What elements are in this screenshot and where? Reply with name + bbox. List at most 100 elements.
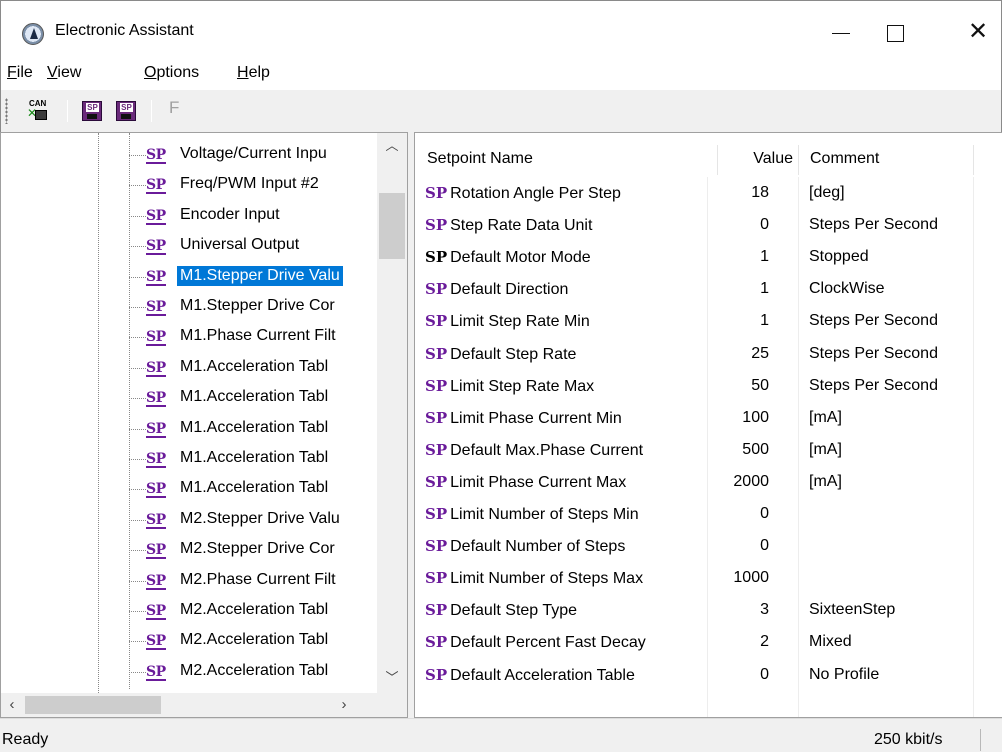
status-separator (980, 729, 981, 751)
tree-connector (129, 428, 146, 430)
sp-icon: SP (425, 505, 448, 523)
tree-item-label: M1.Acceleration Tabl (180, 449, 329, 466)
sp-read-button[interactable]: SP (81, 100, 103, 122)
sp-icon: SP (425, 537, 448, 556)
setpoint-comment: ClockWise (809, 280, 885, 298)
setpoint-list[interactable]: Setpoint Name Value Comment SP Rotation A… (414, 132, 1002, 718)
setpoint-value[interactable]: 0 (707, 209, 769, 241)
minimize-button[interactable] (818, 11, 864, 53)
table-row[interactable]: SP Limit Step Rate Min 1 Steps Per Second (415, 305, 1002, 337)
sp-icon: SP (146, 481, 166, 499)
setpoint-tree[interactable]: SP Voltage/Current Inpu SP Freq/PWM Input #… (0, 132, 408, 718)
tree-vertical-scrollbar[interactable]: ︿ ﹀ (377, 133, 407, 693)
setpoint-value[interactable]: 1000 (707, 562, 769, 594)
column-header-comment[interactable]: Comment (798, 141, 978, 177)
tree-connector (129, 155, 146, 156)
tree-item-label: M2.Stepper Drive Cor (180, 540, 335, 558)
table-row[interactable]: SP Default Step Rate 25 Steps Per Second (415, 338, 1002, 370)
setpoint-comment (809, 498, 979, 530)
sp-icon: SP (146, 207, 166, 225)
table-row[interactable]: SP Default Number of Steps 0 (415, 530, 1002, 562)
setpoint-name: Limit Phase Current Max (450, 473, 627, 491)
maximize-button[interactable] (872, 11, 918, 53)
sp-icon: SP (425, 376, 448, 395)
tree-connector (129, 276, 146, 278)
setpoint-value[interactable]: 18 (707, 177, 769, 209)
column-header-name[interactable]: Setpoint Name (415, 141, 707, 177)
setpoint-value[interactable]: 0 (707, 530, 769, 562)
tree-connector (129, 398, 146, 400)
tree-line (98, 133, 99, 693)
scroll-thumb[interactable] (25, 696, 161, 714)
setpoint-value[interactable]: 500 (707, 434, 769, 466)
setpoint-value[interactable]: 1 (707, 273, 769, 305)
setpoint-value[interactable]: 2000 (707, 466, 769, 498)
close-button[interactable]: ✕ (955, 11, 1001, 53)
sp-icon: SP (146, 511, 166, 529)
setpoint-value[interactable]: 25 (707, 338, 769, 370)
table-row[interactable]: SP Rotation Angle Per Step 18 [deg] (415, 177, 1002, 209)
table-row[interactable]: SP Default Direction 1 ClockWise (415, 273, 1002, 305)
table-row[interactable]: SP Limit Number of Steps Max 1000 (415, 562, 1002, 594)
sp-icon: SP (425, 440, 448, 459)
f-button[interactable]: F (169, 98, 191, 120)
scroll-up-icon[interactable]: ︿ (377, 135, 407, 157)
sp-icon: SP (425, 472, 448, 491)
setpoint-name-cell: SP Limit Step Rate Min (425, 305, 707, 337)
sp-write-button[interactable]: SP (115, 100, 137, 122)
table-row[interactable]: SP Default Max.Phase Current 500 [mA] (415, 434, 1002, 466)
scroll-corner (377, 693, 407, 717)
sp-read-icon-bar (87, 114, 97, 119)
table-row[interactable]: SP Limit Phase Current Min 100 [mA] (415, 402, 1002, 434)
table-row[interactable]: SP Limit Number of Steps Min 0 (415, 498, 1002, 530)
scroll-left-icon[interactable]: ‹ (1, 693, 23, 717)
tree-item-label: M1.Acceleration Tabl (180, 357, 329, 375)
table-row[interactable]: SP Limit Step Rate Max 50 Steps Per Second (415, 370, 1002, 402)
tree-connector (129, 489, 146, 491)
menu-help[interactable]: Help (237, 64, 270, 82)
setpoint-value[interactable]: 1 (707, 305, 769, 337)
tree-horizontal-scrollbar[interactable]: ‹ › (1, 693, 377, 717)
table-row[interactable]: SP Default Percent Fast Decay 2 Mixed (415, 626, 1002, 658)
menu-options[interactable]: Options (144, 64, 199, 82)
menu-view-label: View (47, 64, 82, 81)
setpoint-value[interactable]: 1 (707, 241, 769, 273)
setpoint-comment: [mA] (809, 472, 842, 490)
scroll-thumb[interactable] (379, 193, 405, 259)
setpoint-name-cell: SP Default Motor Mode (425, 241, 707, 273)
setpoint-value[interactable]: 0 (707, 659, 769, 691)
tree-connector (129, 459, 146, 460)
can-connect-button[interactable]: CAN ✕ (27, 100, 49, 122)
menu-file[interactable]: File (7, 64, 33, 82)
scroll-right-icon[interactable]: › (333, 693, 355, 717)
toolbar-grip[interactable] (5, 98, 8, 124)
column-header-value[interactable]: Value (717, 141, 799, 177)
menu-view[interactable]: View (47, 64, 81, 82)
setpoint-value[interactable]: 100 (707, 402, 769, 434)
column-separator (973, 145, 974, 175)
sp-icon: SP (146, 390, 166, 408)
sp-icon: SP (425, 216, 448, 235)
can-box-icon (35, 110, 47, 120)
table-row[interactable]: SP Default Step Type 3 SixteenStep (415, 594, 1002, 626)
tree-item-label: M1.Stepper Drive Valu (177, 265, 343, 286)
scroll-down-icon[interactable]: ﹀ (377, 667, 407, 689)
sp-icon: SP (146, 299, 166, 316)
sp-icon: SP (146, 420, 166, 438)
menu-options-label: Options (144, 64, 200, 81)
setpoint-value[interactable]: 50 (707, 370, 769, 402)
setpoint-value[interactable]: 0 (707, 498, 769, 530)
table-row[interactable]: SP Limit Phase Current Max 2000 [mA] (415, 466, 1002, 498)
setpoint-value[interactable]: 3 (707, 594, 769, 626)
setpoint-value[interactable]: 2 (707, 626, 769, 658)
tree-item-label: M2.Acceleration Tabl (180, 601, 329, 618)
menu-help-label: Help (237, 64, 270, 81)
table-row[interactable]: SP Default Acceleration Table 0 No Profile (415, 659, 1002, 691)
setpoint-comment: [deg] (809, 184, 845, 201)
sp-write-icon-label: SP (120, 103, 133, 112)
tree-item-label: M2.Acceleration Tabl (180, 631, 329, 649)
setpoint-name: Default Step Rate (450, 345, 577, 363)
table-row[interactable]: SP Step Rate Data Unit 0 Steps Per Second (415, 209, 1002, 241)
title-bar: Electronic Assistant ✕ (0, 0, 1002, 62)
table-row[interactable]: SP Default Motor Mode 1 Stopped (415, 241, 1002, 273)
